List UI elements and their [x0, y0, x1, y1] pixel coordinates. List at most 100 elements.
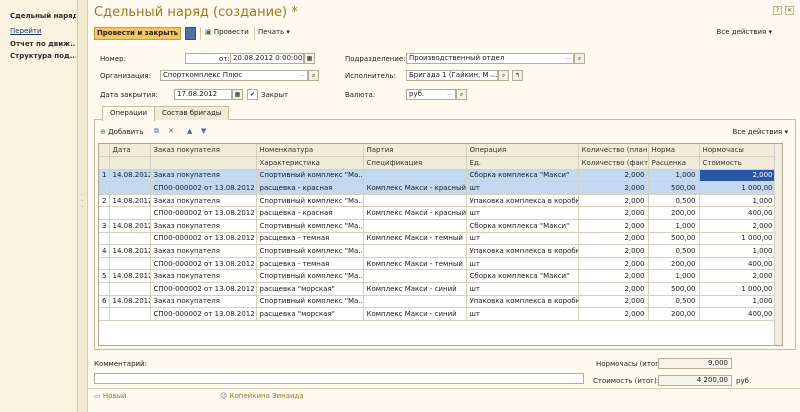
table-cell[interactable]: Спортивный комплекс "Ма... — [256, 194, 364, 208]
table-cell[interactable]: Спортивный комплекс "Ма... — [256, 295, 364, 309]
table-row[interactable]: СП00-000002 от 13.08.2012 ... расщевка - … — [99, 232, 782, 246]
print-menu[interactable]: Печать ▾ — [258, 27, 290, 40]
table-cell[interactable] — [363, 194, 467, 208]
table-cell[interactable]: Заказ покупателя — [150, 194, 257, 208]
table-cell[interactable]: 500,00 — [648, 181, 700, 195]
calendar-icon[interactable]: ▦ — [304, 53, 315, 64]
table-cell[interactable]: 2,000 — [578, 244, 649, 258]
table-cell[interactable]: 0,500 — [648, 244, 700, 258]
move-up-icon[interactable]: ▲ — [187, 127, 192, 135]
column-header[interactable]: Количество (план) — [578, 144, 649, 158]
post-button[interactable]: ▣ Провести — [205, 27, 249, 40]
table-cell[interactable]: 6 — [99, 295, 110, 309]
table-cell[interactable]: 14.08.2012 — [109, 169, 151, 183]
column-header[interactable]: Дата — [109, 144, 151, 158]
table-cell[interactable]: 2,000 — [699, 169, 777, 183]
table-row[interactable]: СП00-000002 от 13.08.2012 ... расщевка - … — [99, 206, 782, 221]
nav-header[interactable]: Перейти — [10, 27, 76, 35]
table-cell[interactable]: Упаковка комплекса в коробку — [466, 295, 579, 309]
table-cell[interactable]: 400,00 — [699, 307, 777, 321]
table-cell[interactable] — [99, 307, 110, 321]
table-cell[interactable]: 2,000 — [578, 206, 649, 221]
table-cell[interactable]: 1 000,00 — [699, 181, 777, 195]
search-icon[interactable]: ⌕ — [498, 70, 509, 81]
table-row[interactable]: 5 14.08.2012 Заказ покупателя Спортивный ко… — [99, 269, 782, 284]
save-icon[interactable] — [185, 27, 196, 40]
select-icon[interactable]: ... — [563, 54, 573, 63]
select-icon[interactable]: ... — [297, 71, 307, 80]
table-cell[interactable]: 14.08.2012 — [109, 269, 151, 284]
table-cell[interactable]: Заказ покупателя — [150, 219, 257, 233]
table-cell[interactable]: 1,000 — [648, 219, 700, 233]
table-cell[interactable]: Упаковка комплекса в коробку — [466, 244, 579, 258]
table-row[interactable]: СП00-000002 от 13.08.2012 ... расщевка "м… — [99, 282, 782, 296]
department-field[interactable]: Производственный отдел... — [406, 53, 574, 64]
table-cell[interactable]: Комплекс Макси - синий — [363, 307, 467, 321]
close-icon[interactable]: ✕ — [785, 6, 794, 15]
table-cell[interactable]: 2,000 — [578, 232, 649, 246]
column-header[interactable]: Ед. — [466, 156, 579, 170]
table-row[interactable]: 1 14.08.2012 Заказ покупателя Спортивный ко… — [99, 169, 782, 183]
table-cell[interactable]: расщевка - красная — [256, 206, 364, 221]
table-cell[interactable]: Комплекс Макси - темный — [363, 257, 467, 271]
table-cell[interactable]: 1,000 — [648, 169, 700, 183]
table-cell[interactable]: 2,000 — [578, 295, 649, 309]
column-header[interactable]: Номенклатура — [256, 144, 364, 158]
table-cell[interactable]: 1 000,00 — [699, 232, 777, 246]
table-cell[interactable] — [363, 169, 467, 183]
table-cell[interactable]: 1,000 — [699, 194, 777, 208]
copy-icon[interactable]: ⧉ — [154, 127, 159, 136]
table-row[interactable]: 2 14.08.2012 Заказ покупателя Спортивный ко… — [99, 194, 782, 208]
column-header[interactable] — [150, 156, 257, 170]
table-cell[interactable]: шт — [466, 257, 579, 271]
table-cell[interactable]: расщевка "морская" — [256, 307, 364, 321]
table-cell[interactable]: 400,00 — [699, 257, 777, 271]
select-icon[interactable]: ... — [445, 90, 455, 99]
table-row[interactable]: СП00-000002 от 13.08.2012 ... расщевка - … — [99, 181, 782, 195]
column-header[interactable]: Количество (факт) — [578, 156, 649, 170]
table-cell[interactable]: Сборка комплекса "Макси" — [466, 169, 579, 183]
add-button[interactable]: ⊕ Добавить — [100, 128, 143, 136]
column-header[interactable] — [109, 156, 151, 170]
table-cell[interactable]: 14.08.2012 — [109, 295, 151, 309]
table-cell[interactable]: 2,000 — [578, 181, 649, 195]
executor-field[interactable]: Бригада 1 (Гайкин, М ...... — [406, 70, 498, 81]
table-cell[interactable] — [99, 206, 110, 221]
table-cell[interactable]: Спортивный комплекс "Ма... — [256, 169, 364, 183]
table-row[interactable]: 4 14.08.2012 Заказ покупателя Спортивный ко… — [99, 244, 782, 258]
table-cell[interactable]: 2,000 — [578, 219, 649, 233]
table-cell[interactable]: Спортивный комплекс "Ма... — [256, 244, 364, 258]
search-icon[interactable]: ⌕ — [308, 70, 319, 81]
table-cell[interactable]: Спортивный комплекс "Ма... — [256, 219, 364, 233]
table-cell[interactable]: 500,00 — [648, 282, 700, 296]
table-cell[interactable]: 1 — [99, 169, 110, 183]
column-header[interactable] — [99, 156, 110, 170]
table-cell[interactable]: расщевка - красная — [256, 181, 364, 195]
table-cell[interactable]: СП00-000002 от 13.08.2012 ... — [150, 282, 257, 296]
column-header[interactable]: Стоимость — [699, 156, 777, 170]
table-cell[interactable] — [363, 219, 467, 233]
close-date-field[interactable]: 17.08.2012 — [174, 89, 232, 100]
table-cell[interactable] — [109, 257, 151, 271]
table-cell[interactable]: Упаковка комплекса в коробку — [466, 194, 579, 208]
table-cell[interactable]: Заказ покупателя — [150, 269, 257, 284]
currency-field[interactable]: руб.... — [406, 89, 456, 100]
table-row[interactable]: СП00-000002 от 13.08.2012 ... расщевка "м… — [99, 307, 782, 321]
table-cell[interactable]: шт — [466, 206, 579, 221]
tab-brigade-composition[interactable]: Состав бригады — [154, 106, 230, 120]
table-cell[interactable]: СП00-000002 от 13.08.2012 ... — [150, 307, 257, 321]
open-icon[interactable]: ↰ — [512, 70, 523, 81]
table-cell[interactable] — [109, 307, 151, 321]
table-cell[interactable]: шт — [466, 181, 579, 195]
column-header[interactable]: Характеристика — [256, 156, 364, 170]
table-cell[interactable]: 1 000,00 — [699, 282, 777, 296]
table-cell[interactable]: 14.08.2012 — [109, 194, 151, 208]
table-cell[interactable]: 1,000 — [699, 295, 777, 309]
column-header[interactable]: Спецификация — [363, 156, 467, 170]
table-cell[interactable]: шт — [466, 232, 579, 246]
help-icon[interactable]: ? — [773, 6, 782, 15]
table-cell[interactable]: расщевка - темная — [256, 232, 364, 246]
move-down-icon[interactable]: ▼ — [201, 127, 206, 135]
table-cell[interactable]: 200,00 — [648, 206, 700, 221]
panel-splitter[interactable]: · · · — [78, 0, 88, 412]
